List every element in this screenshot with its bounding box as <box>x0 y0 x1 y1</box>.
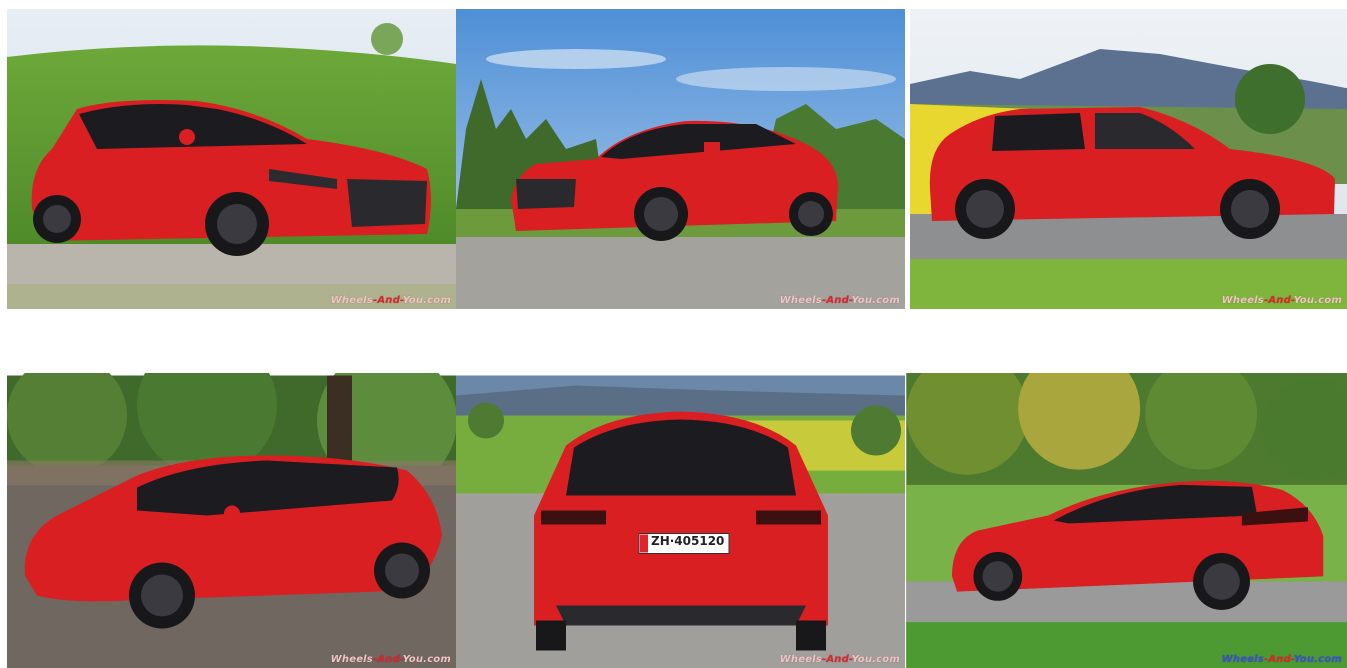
car-photo-high-angle-forest <box>7 373 456 668</box>
watermark: Wheels-And-You.com <box>1221 295 1342 306</box>
photo-gallery: Wheels-And-You.com Wheels-And-You.com Wh… <box>0 0 1347 668</box>
car-photo-rear <box>456 375 905 668</box>
license-plate-text: ZH·405120 <box>651 534 725 548</box>
watermark: Wheels-And-You.com <box>330 654 451 665</box>
gallery-photo-6[interactable]: Wheels-And-You.com <box>906 373 1347 668</box>
watermark: Wheels-And-You.com <box>779 654 900 665</box>
watermark: Wheels-And-You.com <box>1221 654 1342 665</box>
gallery-photo-4[interactable]: Wheels-And-You.com <box>7 373 456 668</box>
car-photo-front-grass <box>7 9 456 309</box>
car-photo-rear-field <box>906 373 1347 668</box>
car-photo-front-trees <box>456 9 905 309</box>
gallery-photo-1[interactable]: Wheels-And-You.com <box>7 9 456 309</box>
car-photo-side-mountains <box>910 9 1347 309</box>
gallery-photo-3[interactable]: Wheels-And-You.com <box>906 9 1347 309</box>
watermark: Wheels-And-You.com <box>779 295 900 306</box>
watermark: Wheels-And-You.com <box>330 295 451 306</box>
gallery-photo-5[interactable]: ZH·405120 Wheels-And-You.com <box>456 373 905 668</box>
gallery-photo-2[interactable]: Wheels-And-You.com <box>456 9 905 309</box>
